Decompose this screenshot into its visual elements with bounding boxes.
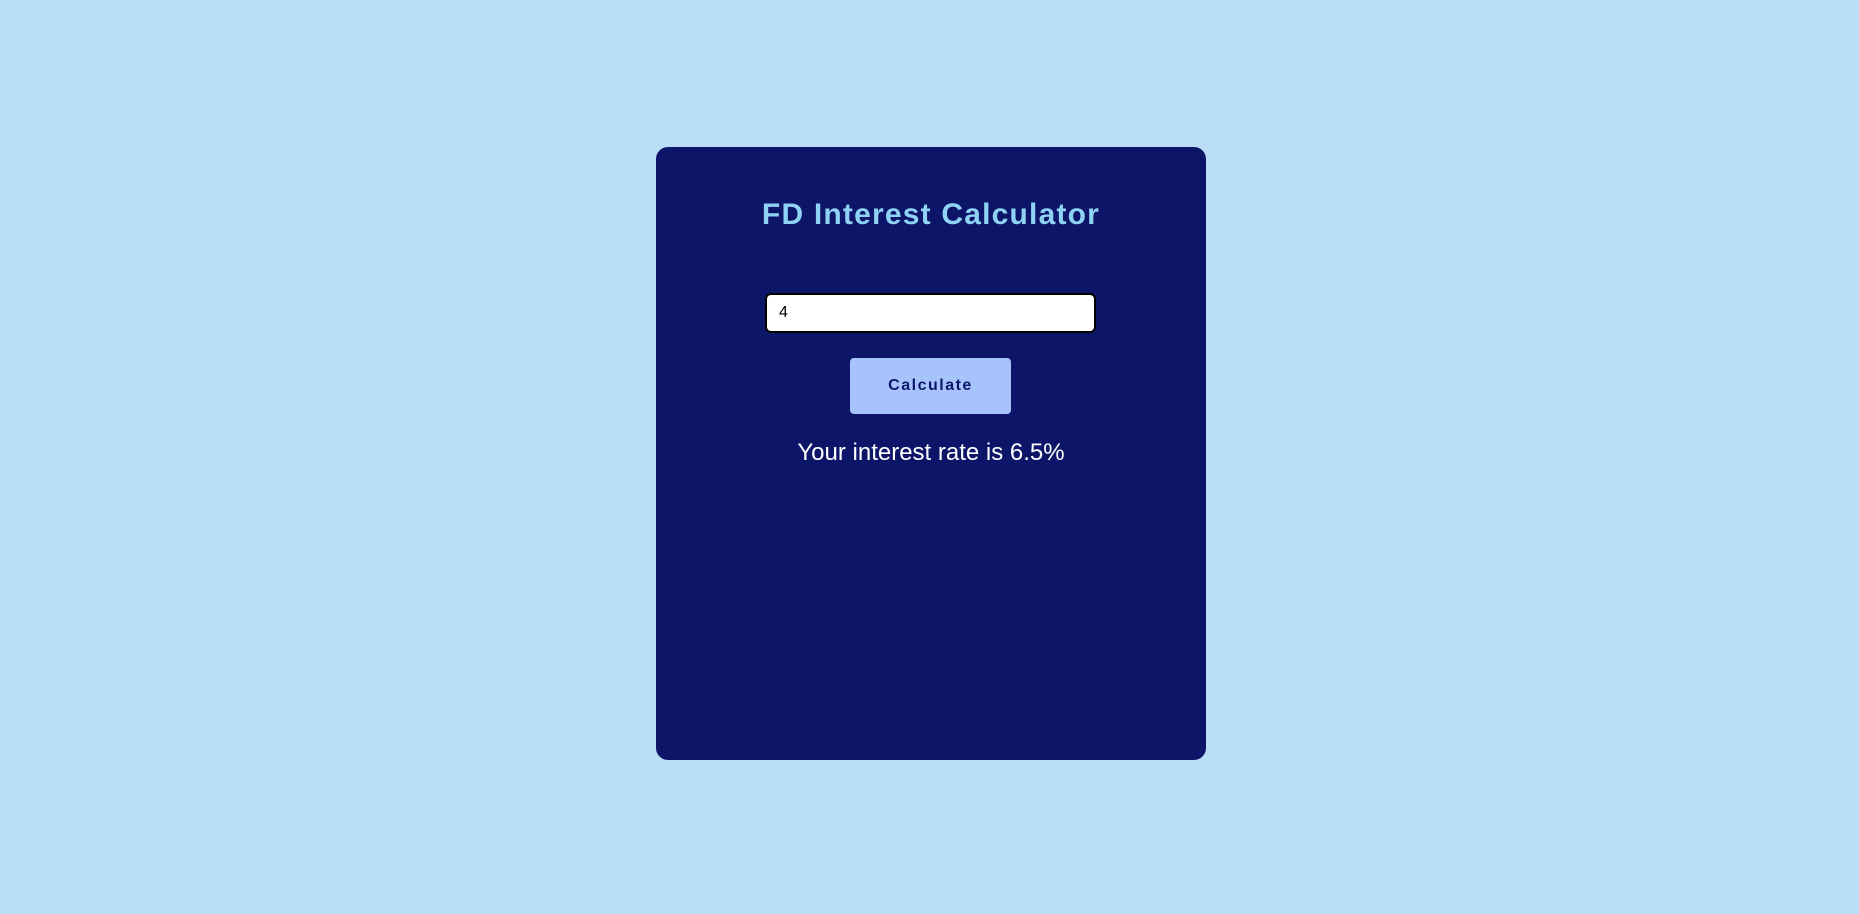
calculate-button[interactable]: Calculate xyxy=(850,358,1011,414)
years-input[interactable] xyxy=(765,293,1096,333)
page-title: FD Interest Calculator xyxy=(761,198,1101,231)
result-text: Your interest rate is 6.5% xyxy=(797,439,1065,466)
calculator-card: FD Interest Calculator Calculate Your in… xyxy=(656,147,1206,760)
